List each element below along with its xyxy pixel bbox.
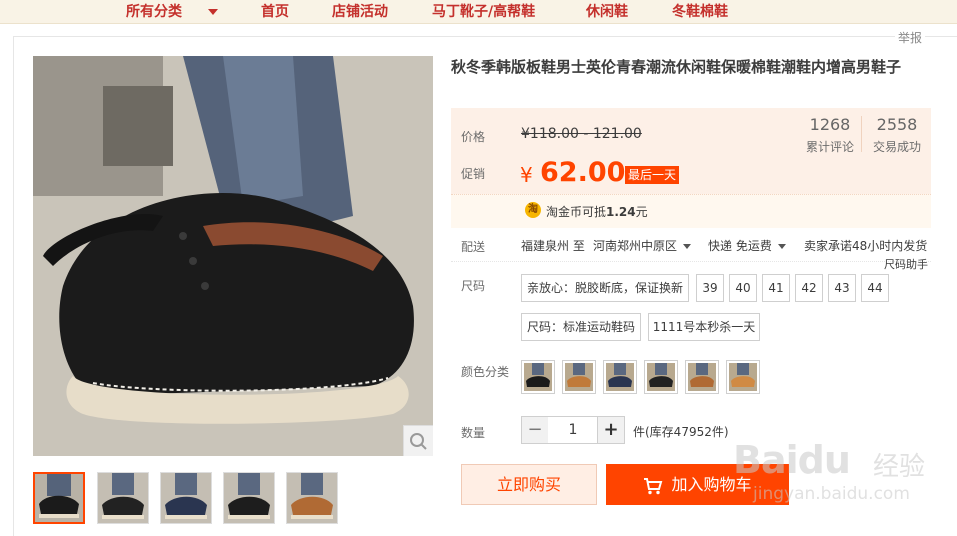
currency-symbol: ¥ <box>520 163 533 187</box>
swatch-image <box>729 363 757 391</box>
swatch-image <box>647 363 675 391</box>
review-count[interactable]: 1268 <box>799 115 861 134</box>
top-nav: 所有分类 首页 店铺活动 马丁靴子/高帮鞋 休闲鞋 冬鞋棉鞋 <box>0 0 957 24</box>
size-option-standard[interactable]: 尺码：标准运动鞋码 <box>521 313 641 341</box>
nav-casual-shoes[interactable]: 休闲鞋 <box>586 1 628 21</box>
thumbnail-3[interactable] <box>160 472 212 524</box>
quantity-label: 数量 <box>461 426 486 440</box>
zoom-button[interactable] <box>403 425 433 456</box>
taobao-coin-icon: 淘 <box>525 202 541 218</box>
swatch-image <box>524 363 552 391</box>
chevron-down-icon <box>683 244 692 249</box>
cart-icon <box>644 477 663 494</box>
review-count-label: 累计评论 <box>805 140 854 154</box>
watermark-cn: 经验 <box>873 452 926 482</box>
watermark-url: jingyan.baidu.com <box>753 484 910 504</box>
baidu-jingyan-watermark: Baidu 经验 jingyan.baidu.com <box>733 432 953 522</box>
quantity-input[interactable]: 1 <box>548 416 598 444</box>
thumbnail-5[interactable] <box>286 472 338 524</box>
thumbnail-2[interactable] <box>97 472 149 524</box>
color-swatch-6[interactable] <box>726 360 760 394</box>
size-option-39[interactable]: 39 <box>696 274 724 302</box>
size-option-43[interactable]: 43 <box>828 274 856 302</box>
color-label: 颜色分类 <box>461 365 510 379</box>
shipping-method-select[interactable]: 快递 免运费 <box>708 237 786 254</box>
swatch-image <box>688 363 716 391</box>
section-divider <box>451 261 931 262</box>
shipping-label: 配送 <box>461 240 486 254</box>
watermark-brand: Baidu <box>733 438 851 482</box>
chevron-down-icon[interactable] <box>208 9 218 15</box>
chevron-down-icon <box>777 244 786 249</box>
shipping-promise: 卖家承诺48小时内发货 <box>804 239 928 253</box>
size-option-41[interactable]: 41 <box>762 274 790 302</box>
color-swatch-1[interactable] <box>521 360 555 394</box>
thumbnail-image <box>161 473 211 523</box>
product-title: 秋冬季韩版板鞋男士英伦青春潮流休闲鞋保暖棉鞋潮鞋内增高男鞋子 <box>451 58 902 76</box>
color-swatch-4[interactable] <box>644 360 678 394</box>
current-price: 62.00 <box>540 157 626 188</box>
coin-text-prefix: 淘金币可抵 <box>546 205 607 219</box>
nav-all-categories[interactable]: 所有分类 <box>126 1 182 21</box>
stock-text: 件(库存47952件) <box>633 425 729 439</box>
size-helper-link[interactable]: 尺码助手 <box>884 256 928 272</box>
thumbnail-image <box>98 473 148 523</box>
thumbnail-image <box>287 473 337 523</box>
product-main-image[interactable] <box>33 56 433 456</box>
shoe-photo <box>33 56 433 456</box>
destination-text: 河南郑州中原区 <box>593 239 678 253</box>
thumbnail-1[interactable] <box>33 472 85 524</box>
color-swatch-3[interactable] <box>603 360 637 394</box>
shipping-method-text: 快递 免运费 <box>708 239 772 253</box>
size-option-44[interactable]: 44 <box>861 274 889 302</box>
report-link[interactable]: 举报 <box>895 29 926 46</box>
color-swatch-2[interactable] <box>562 360 596 394</box>
nav-martin-boots[interactable]: 马丁靴子/高帮鞋 <box>432 1 535 21</box>
nav-store-events[interactable]: 店铺活动 <box>332 1 388 21</box>
coin-text: 淘金币可抵1.24元 <box>546 203 648 220</box>
swatch-image <box>565 363 593 391</box>
magnifier-icon <box>410 433 427 450</box>
sales-count: 2558 <box>876 115 918 134</box>
promo-label: 促销 <box>461 167 486 181</box>
thumbnail-image <box>224 473 274 523</box>
quantity-minus-button[interactable]: − <box>521 416 549 444</box>
coin-promo-row <box>451 194 931 228</box>
quantity-plus-button[interactable]: + <box>597 416 625 444</box>
coin-unit: 元 <box>635 205 648 219</box>
buy-now-button[interactable]: 立即购买 <box>461 464 597 505</box>
thumbnail-image <box>35 474 83 522</box>
nav-home[interactable]: 首页 <box>261 1 289 21</box>
size-option-flash-sale[interactable]: 1111号本秒杀一天 <box>648 313 760 341</box>
color-swatch-5[interactable] <box>685 360 719 394</box>
price-label: 价格 <box>461 130 486 144</box>
sales-count-label: 交易成功 <box>872 140 921 154</box>
shipping-destination-select[interactable]: 河南郑州中原区 <box>593 237 692 254</box>
thumbnail-4[interactable] <box>223 472 275 524</box>
coin-amount: 1.24 <box>606 205 636 219</box>
swatch-image <box>606 363 634 391</box>
stats-divider <box>861 116 862 152</box>
shipping-origin: 福建泉州 至 <box>521 239 585 253</box>
size-option-40[interactable]: 40 <box>729 274 757 302</box>
original-price: ¥118.00 - 121.00 <box>521 126 642 142</box>
size-label: 尺码 <box>461 279 486 293</box>
size-option-42[interactable]: 42 <box>795 274 823 302</box>
last-day-badge: 最后一天 <box>625 166 680 184</box>
nav-winter-shoes[interactable]: 冬鞋棉鞋 <box>672 1 728 21</box>
size-option-guarantee[interactable]: 亲放心：脱胶断底，保证换新 <box>521 274 689 302</box>
